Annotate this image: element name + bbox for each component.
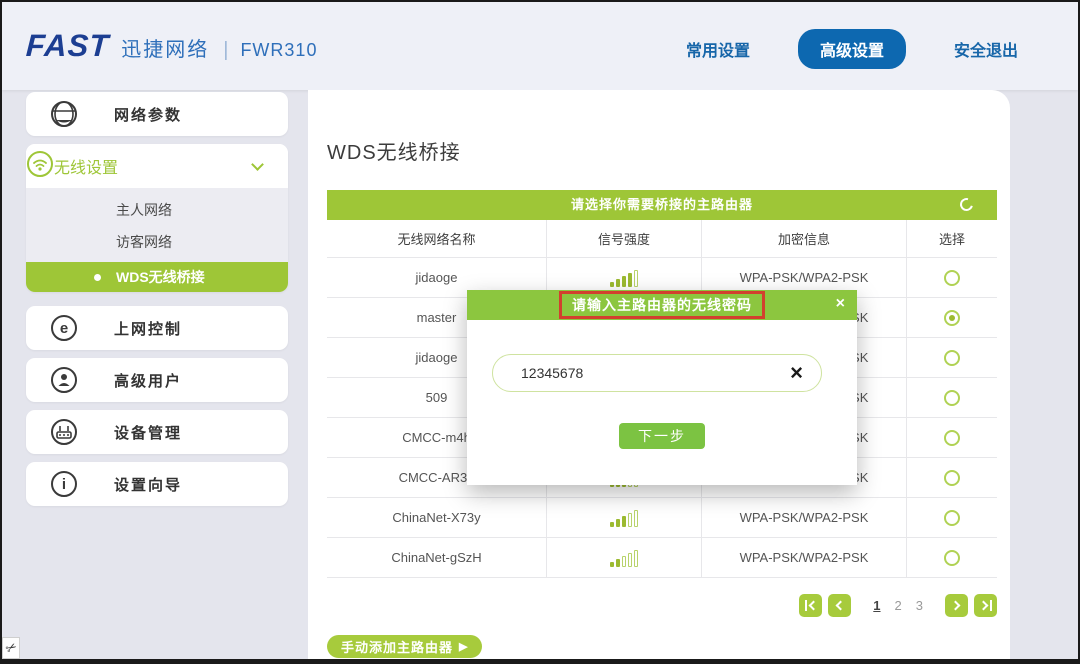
top-nav: 常用设置 高级设置 安全退出: [686, 29, 1018, 69]
network-name: ChinaNet-X73y: [327, 498, 547, 537]
table-banner: 请选择你需要桥接的主路由器: [327, 190, 997, 220]
submenu-item-guest-network[interactable]: 访客网络: [26, 226, 288, 258]
col-select: 选择: [907, 220, 997, 257]
sidebar-item-label: 设置向导: [114, 474, 182, 495]
chevron-down-icon: [251, 158, 264, 171]
brand: FAST 迅捷网络 | FWR310: [26, 28, 317, 64]
password-dialog-title: 请输入主路由器的无线密码: [572, 297, 752, 313]
busy-cursor-icon: ✂: [2, 637, 20, 659]
sidebar: 网络参数 无线设置 主人网络 访客网络 WDS无线桥接 e 上网控制: [26, 92, 288, 514]
password-dialog-header: 请输入主路由器的无线密码 ×: [467, 290, 857, 320]
play-arrow-icon: ▶: [459, 640, 468, 653]
top-header: FAST 迅捷网络 | FWR310 常用设置 高级设置 安全退出: [2, 2, 1078, 90]
sidebar-item-setup-wizard[interactable]: i 设置向导: [26, 462, 288, 506]
active-bullet-icon: [94, 274, 101, 281]
col-network-name: 无线网络名称: [327, 220, 547, 257]
col-signal: 信号强度: [547, 220, 702, 257]
sidebar-group-wireless: 无线设置 主人网络 访客网络 WDS无线桥接: [26, 144, 288, 292]
prev-page-button[interactable]: [828, 594, 851, 617]
select-radio[interactable]: [944, 430, 960, 446]
router-model: FWR310: [240, 40, 317, 61]
sidebar-item-advanced-users[interactable]: 高级用户: [26, 358, 288, 402]
page-number[interactable]: 1: [869, 598, 884, 613]
select-radio[interactable]: [944, 510, 960, 526]
nav-common-settings[interactable]: 常用设置: [686, 37, 750, 61]
sidebar-item-parental-control[interactable]: e 上网控制: [26, 306, 288, 350]
router-icon: [50, 418, 78, 446]
table-banner-text: 请选择你需要桥接的主路由器: [571, 197, 753, 212]
encryption-info: WPA-PSK/WPA2-PSK: [702, 498, 907, 537]
last-page-button[interactable]: [974, 594, 997, 617]
select-radio[interactable]: [944, 550, 960, 566]
sidebar-item-label: 网络参数: [114, 104, 182, 125]
sidebar-item-device-management[interactable]: 设备管理: [26, 410, 288, 454]
company-name: 迅捷网络: [121, 33, 209, 62]
add-router-manually-button[interactable]: 手动添加主路由器 ▶: [327, 635, 482, 658]
password-dialog-body: × 下一步: [467, 320, 857, 485]
clear-input-icon[interactable]: ×: [790, 363, 803, 383]
sidebar-item-network-params[interactable]: 网络参数: [26, 92, 288, 136]
password-dialog: 请输入主路由器的无线密码 × × 下一步: [467, 290, 857, 485]
e-circle-icon: e: [50, 314, 78, 342]
add-router-label: 手动添加主路由器: [341, 637, 453, 656]
table-row: ChinaNet-X73y WPA-PSK/WPA2-PSK: [327, 498, 997, 538]
sidebar-item-label: 上网控制: [114, 318, 182, 339]
page-number[interactable]: 2: [891, 598, 906, 613]
close-icon[interactable]: ×: [836, 294, 845, 314]
sidebar-item-wireless-settings[interactable]: 无线设置: [26, 144, 288, 188]
table-row: ChinaNet-gSzH WPA-PSK/WPA2-PSK: [327, 538, 997, 578]
encryption-info: WPA-PSK/WPA2-PSK: [702, 538, 907, 577]
submenu-item-label: WDS无线桥接: [116, 269, 205, 285]
router-admin-page: FAST 迅捷网络 | FWR310 常用设置 高级设置 安全退出 网络参数 无…: [0, 0, 1080, 664]
col-encryption: 加密信息: [702, 220, 907, 257]
wireless-submenu: 主人网络 访客网络 WDS无线桥接: [26, 188, 288, 292]
select-radio[interactable]: [944, 470, 960, 486]
page-title: WDS无线桥接: [327, 136, 461, 165]
submenu-item-main-network[interactable]: 主人网络: [26, 194, 288, 226]
first-page-button[interactable]: [799, 594, 822, 617]
globe-icon: [50, 100, 78, 128]
sidebar-item-label: 无线设置: [54, 154, 118, 178]
nav-advanced-settings[interactable]: 高级设置: [798, 29, 906, 69]
page-number[interactable]: 3: [912, 598, 927, 613]
wifi-icon: [26, 150, 54, 183]
next-step-button[interactable]: 下一步: [619, 423, 705, 449]
table-column-headers: 无线网络名称 信号强度 加密信息 选择: [327, 220, 997, 258]
password-input[interactable]: [493, 365, 790, 381]
select-radio[interactable]: [944, 350, 960, 366]
sidebar-item-label: 高级用户: [114, 370, 182, 391]
network-name: ChinaNet-gSzH: [327, 538, 547, 577]
fast-logo: FAST: [25, 28, 110, 64]
annotation-red-box: 请输入主路由器的无线密码: [559, 291, 765, 319]
signal-strength-icon: [610, 269, 638, 287]
nav-logout[interactable]: 安全退出: [954, 37, 1018, 61]
signal-strength-icon: [610, 549, 638, 567]
info-icon: i: [50, 470, 78, 498]
refresh-icon[interactable]: [958, 196, 976, 214]
select-radio[interactable]: [944, 310, 960, 326]
signal-strength-icon: [610, 509, 638, 527]
user-icon: [50, 366, 78, 394]
next-page-button[interactable]: [945, 594, 968, 617]
brand-divider: |: [223, 39, 228, 62]
pagination: 1 2 3: [799, 594, 997, 617]
password-field-wrap: ×: [492, 354, 822, 392]
select-radio[interactable]: [944, 390, 960, 406]
sidebar-item-label: 设备管理: [114, 422, 182, 443]
submenu-item-wds-bridge[interactable]: WDS无线桥接: [26, 262, 288, 292]
select-radio[interactable]: [944, 270, 960, 286]
